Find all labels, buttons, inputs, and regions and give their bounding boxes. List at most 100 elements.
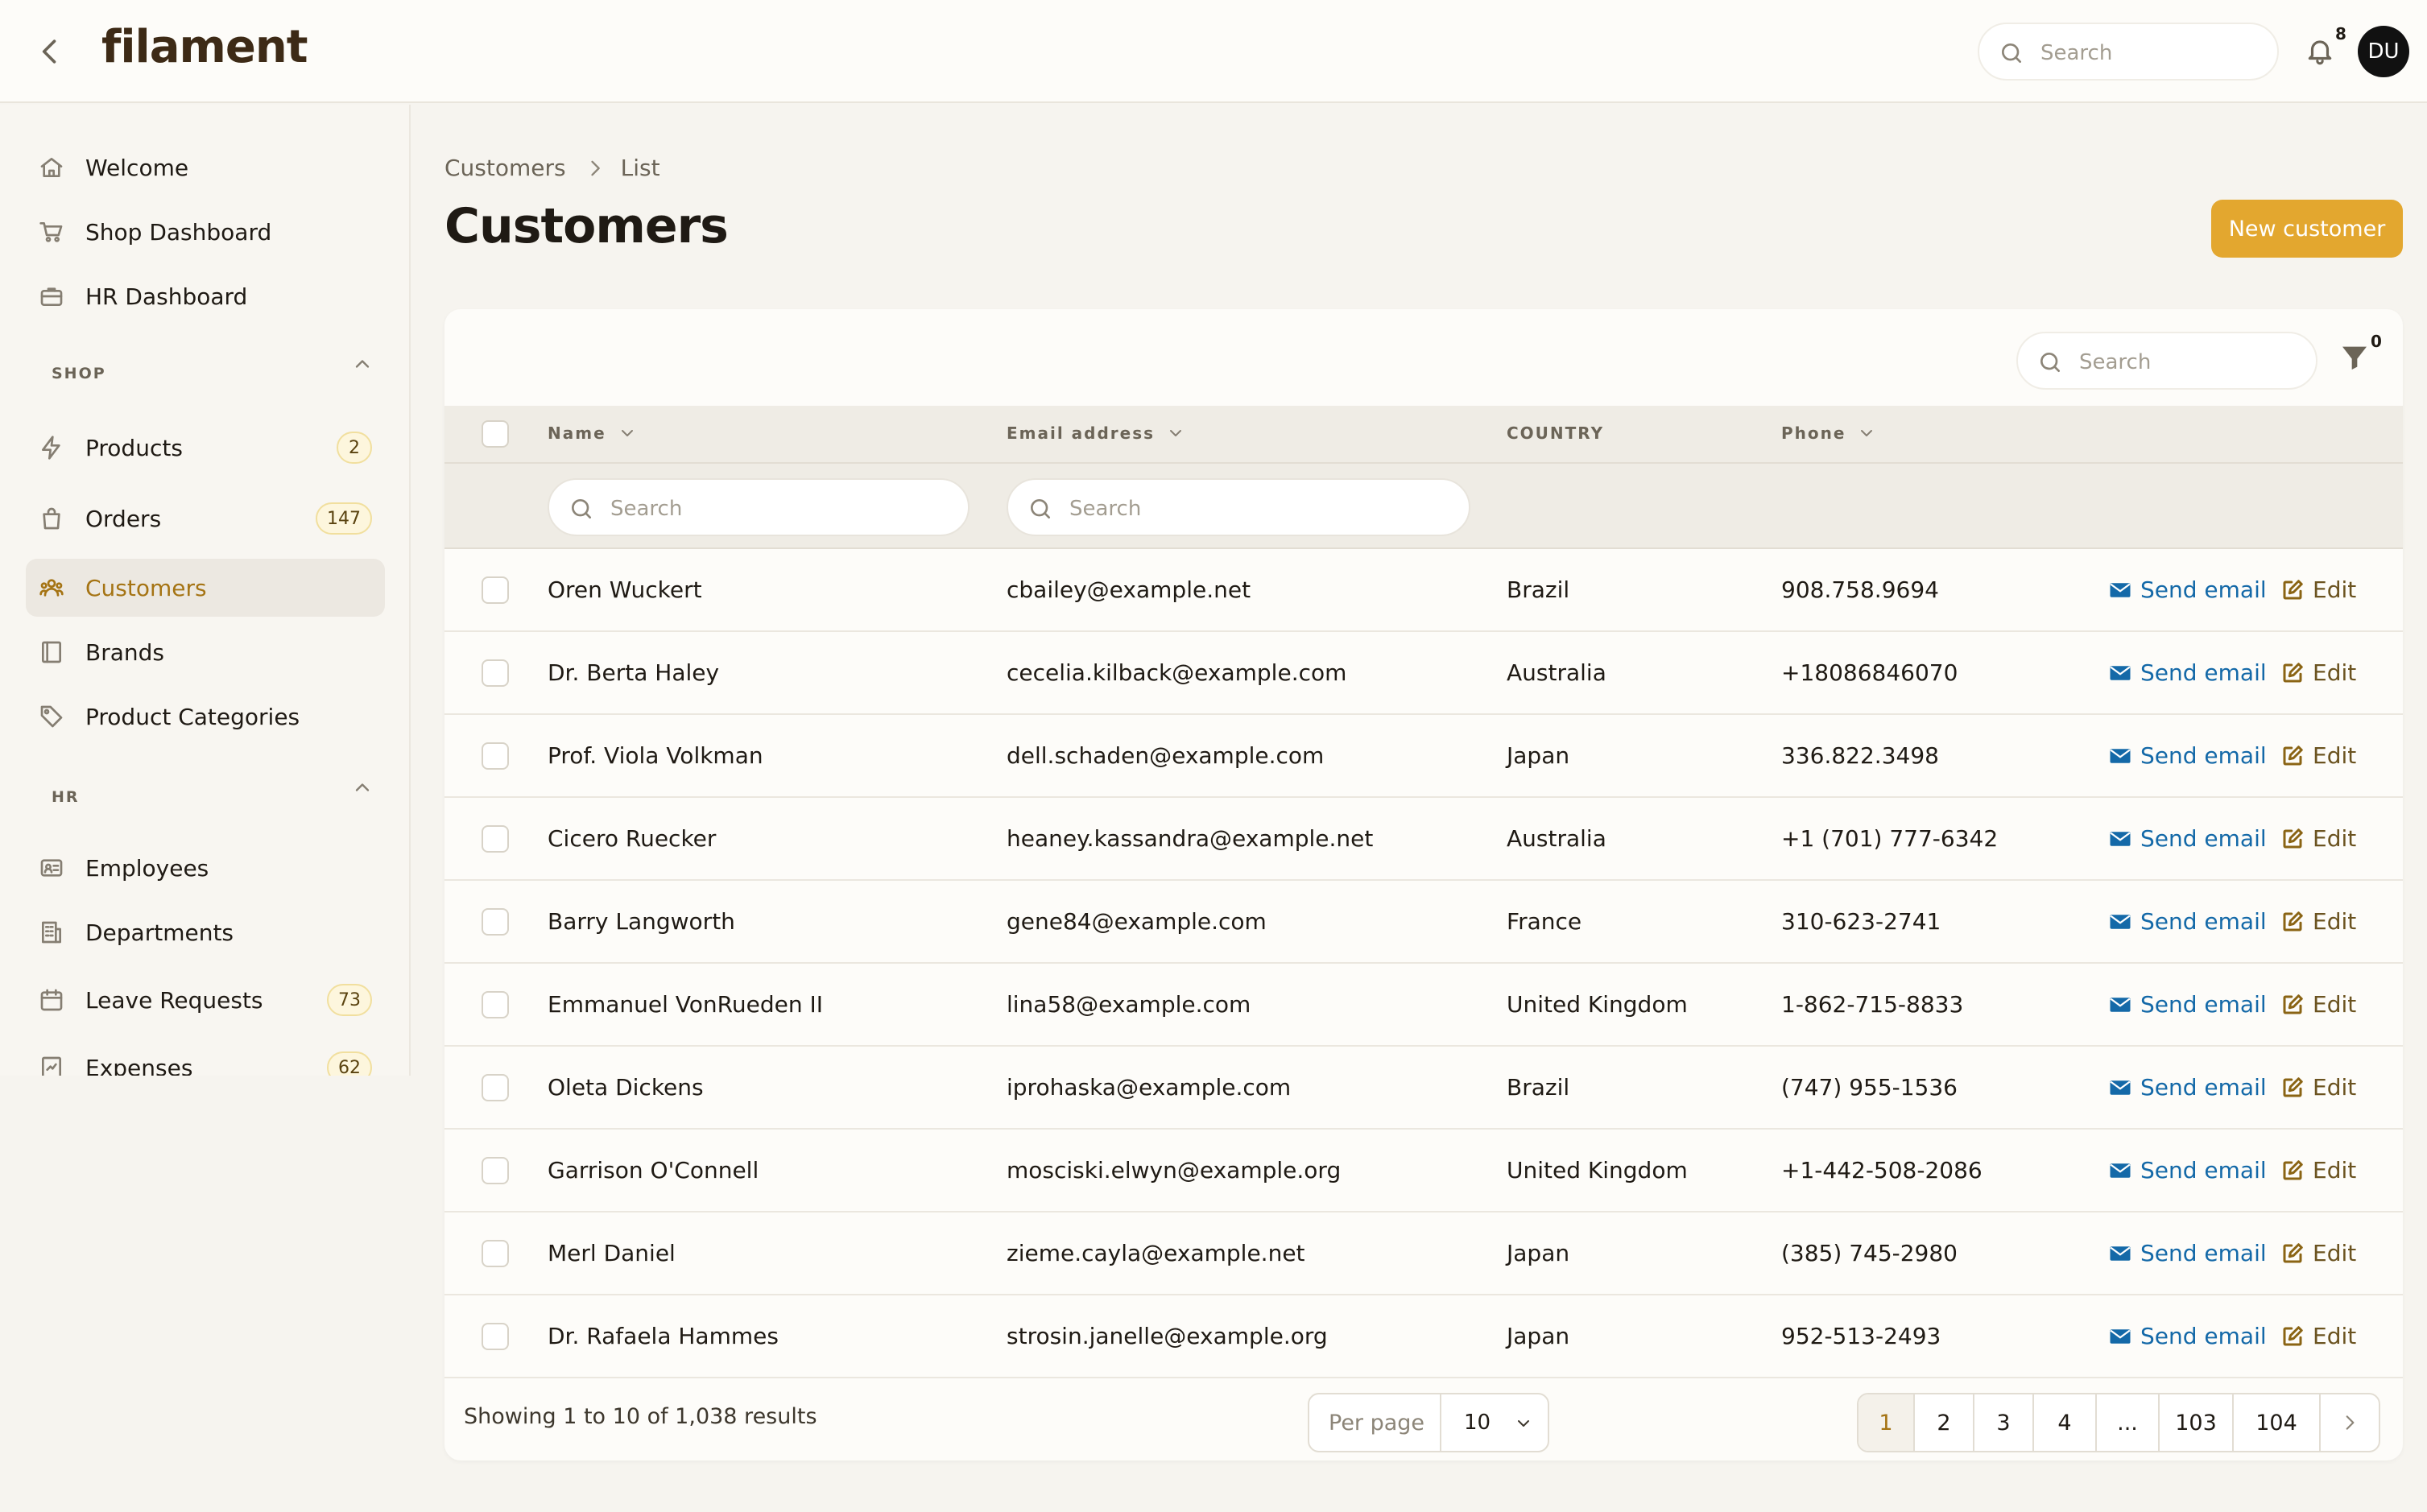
edit-button[interactable]: Edit	[2280, 991, 2356, 1018]
send-email-button[interactable]: Send email	[2108, 1240, 2267, 1266]
pencil-square-icon	[2280, 910, 2305, 934]
select-all-checkbox[interactable]	[482, 420, 509, 448]
sidebar-item-orders[interactable]: Orders 147	[26, 490, 385, 547]
row-checkbox[interactable]	[482, 1157, 509, 1184]
column-header-country: COUNTRY	[1507, 423, 1604, 443]
column-header-phone[interactable]: Phone	[1781, 423, 1876, 443]
table-row[interactable]: Prof. Viola Volkman dell.schaden@example.…	[444, 715, 2403, 798]
global-search[interactable]	[1978, 23, 2279, 81]
cell-email: dell.schaden@example.com	[1007, 742, 1325, 769]
page-button-103[interactable]: 103	[2160, 1394, 2234, 1451]
table-search-input[interactable]	[2079, 346, 2305, 378]
sidebar-item-products[interactable]: Products 2	[26, 419, 385, 477]
table-row[interactable]: Oren Wuckert cbailey@example.net Brazil 908…	[444, 549, 2403, 632]
chevron-up-icon[interactable]	[351, 776, 374, 799]
divider	[1440, 1394, 1441, 1451]
send-email-button[interactable]: Send email	[2108, 991, 2267, 1018]
send-email-button[interactable]: Send email	[2108, 742, 2267, 769]
per-page-label: Per page	[1329, 1411, 1425, 1436]
row-checkbox[interactable]	[482, 908, 509, 936]
breadcrumb-item-customers[interactable]: Customers	[444, 155, 566, 181]
email-column-search[interactable]	[1007, 478, 1470, 536]
avatar[interactable]: DU	[2358, 26, 2409, 77]
sidebar-item-product-categories[interactable]: Product Categories	[26, 688, 385, 746]
send-email-button[interactable]: Send email	[2108, 659, 2267, 686]
row-checkbox[interactable]	[482, 576, 509, 604]
table-row[interactable]: Oleta Dickens iprohaska@example.com Brazil…	[444, 1047, 2403, 1130]
envelope-icon	[2108, 827, 2132, 851]
table-row[interactable]: Dr. Rafaela Hammes strosin.janelle@exampl…	[444, 1295, 2403, 1378]
filter-icon[interactable]	[2338, 341, 2371, 374]
page-button-2[interactable]: 2	[1915, 1394, 1974, 1451]
search-icon	[1027, 496, 1053, 522]
sidebar-item-leave-requests[interactable]: Leave Requests 73	[26, 971, 385, 1029]
chevron-down-icon	[1857, 423, 1876, 443]
cell-country: France	[1507, 908, 1582, 935]
edit-button[interactable]: Edit	[2280, 908, 2356, 935]
table-row[interactable]: Cicero Ruecker heaney.kassandra@example.n…	[444, 798, 2403, 881]
table-row[interactable]: Merl Daniel zieme.cayla@example.net Japan (…	[444, 1212, 2403, 1295]
next-page-button[interactable]	[2321, 1394, 2379, 1451]
chevron-left-icon[interactable]	[32, 34, 68, 69]
send-email-button[interactable]: Send email	[2108, 1157, 2267, 1184]
edit-button[interactable]: Edit	[2280, 1323, 2356, 1349]
table-row[interactable]: Emmanuel VonRueden II lina58@example.com U…	[444, 964, 2403, 1047]
bell-icon[interactable]	[2305, 35, 2335, 66]
column-label: Phone	[1781, 423, 1846, 443]
send-email-button[interactable]: Send email	[2108, 1074, 2267, 1101]
new-customer-button[interactable]: New customer	[2211, 200, 2403, 258]
send-email-button[interactable]: Send email	[2108, 576, 2267, 603]
page-button-1[interactable]: 1	[1858, 1394, 1915, 1451]
sidebar-item-brands[interactable]: Brands	[26, 623, 385, 681]
logo[interactable]: filament	[101, 21, 308, 73]
table-search[interactable]	[2016, 332, 2317, 390]
edit-button[interactable]: Edit	[2280, 1240, 2356, 1266]
table-row[interactable]: Barry Langworth gene84@example.com France 3…	[444, 881, 2403, 964]
sidebar-item-welcome[interactable]: Welcome	[26, 138, 385, 196]
edit-button[interactable]: Edit	[2280, 1074, 2356, 1101]
page-button-4[interactable]: 4	[2034, 1394, 2097, 1451]
row-checkbox[interactable]	[482, 659, 509, 687]
sidebar-item-shop-dashboard[interactable]: Shop Dashboard	[26, 203, 385, 261]
column-header-name[interactable]: Name	[548, 423, 637, 443]
row-checkbox[interactable]	[482, 1323, 509, 1350]
row-checkbox[interactable]	[482, 991, 509, 1018]
cell-phone: 952-513-2493	[1781, 1323, 1941, 1349]
send-email-button[interactable]: Send email	[2108, 1323, 2267, 1349]
edit-button[interactable]: Edit	[2280, 576, 2356, 603]
cell-country: Japan	[1507, 1240, 1570, 1266]
edit-button[interactable]: Edit	[2280, 825, 2356, 852]
name-search-input[interactable]	[610, 493, 862, 525]
sidebar-item-employees[interactable]: Employees	[26, 839, 385, 897]
send-email-label: Send email	[2140, 659, 2267, 686]
column-header-email[interactable]: Email address	[1007, 423, 1185, 443]
row-checkbox[interactable]	[482, 1240, 509, 1267]
per-page-select[interactable]: Per page 10	[1308, 1393, 1549, 1452]
send-email-button[interactable]: Send email	[2108, 825, 2267, 852]
pencil-square-icon	[2280, 827, 2305, 851]
sidebar-item-expenses[interactable]: Expenses 62	[26, 1039, 385, 1076]
per-page-value: 10	[1464, 1411, 1491, 1435]
edit-button[interactable]: Edit	[2280, 1157, 2356, 1184]
table-row[interactable]: Dr. Berta Haley cecelia.kilback@example.c…	[444, 632, 2403, 715]
count-badge: 73	[327, 984, 372, 1016]
global-search-input[interactable]	[2040, 37, 2266, 69]
email-search-input[interactable]	[1069, 493, 1346, 525]
sidebar-item-customers[interactable]: Customers	[26, 559, 385, 617]
edit-button[interactable]: Edit	[2280, 659, 2356, 686]
page-button-104[interactable]: 104	[2234, 1394, 2321, 1451]
chevron-up-icon[interactable]	[351, 353, 374, 375]
row-checkbox[interactable]	[482, 742, 509, 770]
row-checkbox[interactable]	[482, 825, 509, 853]
edit-label: Edit	[2313, 742, 2357, 769]
page-button-3[interactable]: 3	[1974, 1394, 2034, 1451]
row-checkbox[interactable]	[482, 1074, 509, 1101]
sidebar-item-departments[interactable]: Departments	[26, 903, 385, 961]
edit-button[interactable]: Edit	[2280, 742, 2356, 769]
name-column-search[interactable]	[548, 478, 970, 536]
building-icon	[39, 919, 64, 945]
sidebar-item-hr-dashboard[interactable]: HR Dashboard	[26, 267, 385, 325]
send-email-button[interactable]: Send email	[2108, 908, 2267, 935]
cell-email: cecelia.kilback@example.com	[1007, 659, 1347, 686]
table-row[interactable]: Garrison O'Connell mosciski.elwyn@example…	[444, 1130, 2403, 1212]
